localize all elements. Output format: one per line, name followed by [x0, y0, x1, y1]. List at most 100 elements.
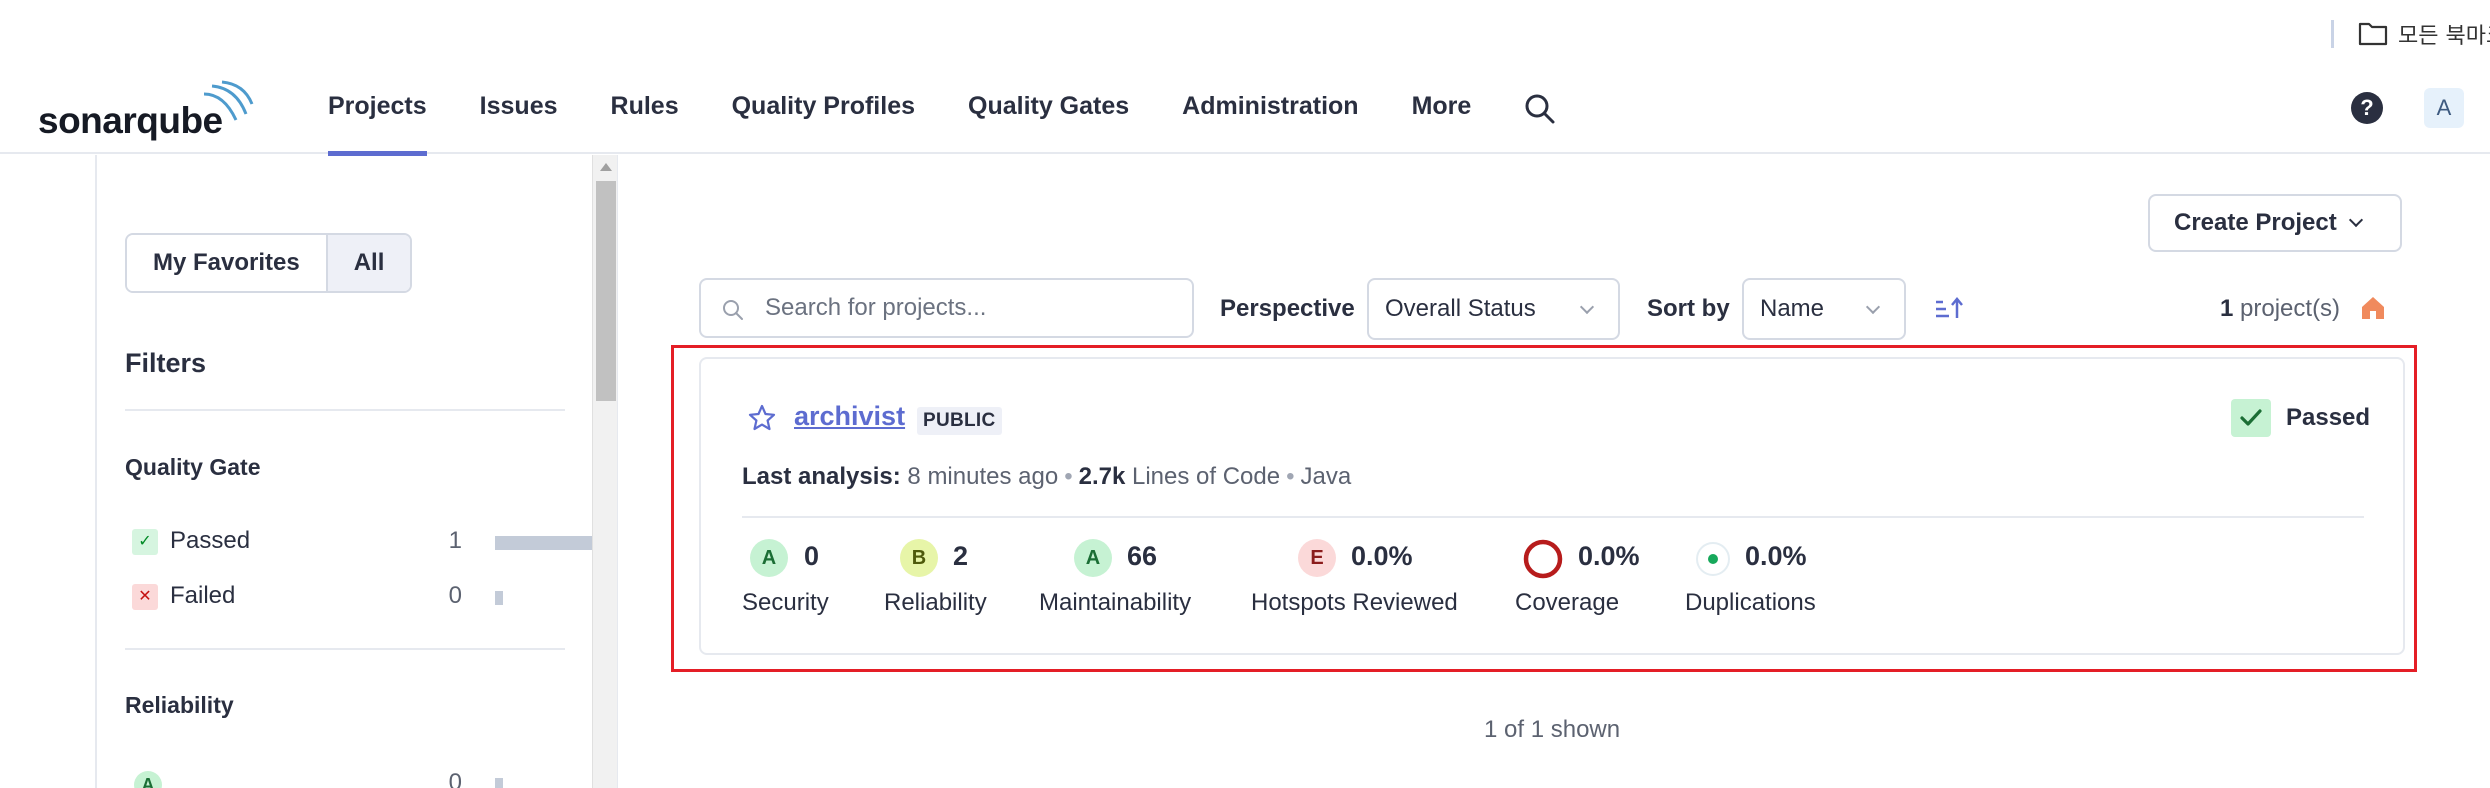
- metric-value: 0: [804, 541, 820, 571]
- facet-reliability-a[interactable]: A 0: [132, 767, 572, 788]
- search-input[interactable]: [765, 288, 1175, 328]
- project-card: archivist PUBLIC Passed Last analysis: 8…: [699, 357, 2405, 655]
- nav-more[interactable]: More: [1412, 66, 1472, 154]
- metric-security[interactable]: A 0 Security: [742, 537, 852, 637]
- card-divider: [742, 516, 2364, 518]
- metric-value: 0.0%: [1745, 541, 1807, 571]
- project-count-suffix: project(s): [2233, 295, 2341, 322]
- metric-value: 0.0%: [1578, 541, 1640, 571]
- duplications-bubble-icon: [1696, 542, 1730, 576]
- metric-maintainability[interactable]: A 66 Maintainability: [1039, 537, 1209, 637]
- sidebar-scrollbar[interactable]: [592, 155, 618, 788]
- loc-label: Lines of Code: [1131, 463, 1281, 490]
- quality-gate-check-icon: [2231, 399, 2271, 437]
- create-project-button[interactable]: Create Project: [2148, 194, 2402, 252]
- quality-gate-facet-title[interactable]: Quality Gate: [125, 454, 260, 481]
- divider: [125, 409, 565, 411]
- quality-gate-status: Passed: [2286, 404, 2371, 431]
- metric-label: Coverage: [1515, 589, 1620, 616]
- metric-hotspots-reviewed[interactable]: E 0.0% Hotspots Reviewed: [1251, 537, 1471, 637]
- create-project-label: Create Project: [2174, 209, 2337, 236]
- scroll-up-arrow-icon[interactable]: [600, 163, 612, 171]
- folder-icon[interactable]: [2358, 20, 2388, 46]
- help-icon[interactable]: ?: [2351, 92, 2383, 124]
- chevron-down-icon: [1865, 299, 1881, 315]
- perspective-select[interactable]: Overall Status: [1367, 278, 1620, 340]
- analysis-info: Last analysis: 8 minutes ago • 2.7k Lines …: [742, 463, 1351, 491]
- bookmark-separator: [2331, 20, 2334, 48]
- nav-issues[interactable]: Issues: [480, 66, 558, 154]
- rating-badge: A: [750, 539, 788, 577]
- facet-passed[interactable]: ✓ Passed 1: [132, 525, 595, 559]
- rating-badge: E: [1298, 539, 1336, 577]
- scroll-thumb[interactable]: [596, 181, 616, 401]
- shown-count: 1 of 1 shown: [1484, 716, 1621, 743]
- avatar[interactable]: A: [2424, 88, 2464, 128]
- facet-label: Passed: [170, 527, 251, 554]
- metric-duplications[interactable]: 0.0% Duplications: [1685, 537, 1835, 637]
- search-icon: [723, 300, 743, 320]
- last-analysis-label: Last analysis:: [742, 463, 901, 490]
- sort-select[interactable]: Name: [1742, 278, 1906, 340]
- metric-coverage[interactable]: 0.0% Coverage: [1515, 537, 1651, 637]
- nav-projects[interactable]: Projects: [328, 66, 427, 156]
- rating-a-icon: A: [134, 771, 162, 788]
- nav-administration[interactable]: Administration: [1182, 66, 1358, 154]
- star-icon[interactable]: [747, 403, 777, 433]
- filters-title: Filters: [125, 348, 207, 378]
- metric-label: Maintainability: [1039, 589, 1192, 616]
- all-button[interactable]: All: [325, 235, 411, 291]
- project-count-number: 1: [2220, 295, 2234, 322]
- metric-label: Reliability: [884, 589, 987, 616]
- separator-dot: •: [1286, 463, 1295, 490]
- perspective-label: Perspective: [1220, 295, 1355, 322]
- rating-badge: B: [900, 539, 938, 577]
- project-search: [699, 278, 1194, 338]
- facet-count: 1: [448, 527, 462, 554]
- reliability-facet-title[interactable]: Reliability: [125, 692, 234, 719]
- facet-count: 0: [448, 582, 462, 609]
- nav-quality-profiles[interactable]: Quality Profiles: [732, 66, 915, 154]
- separator-dot: •: [1064, 463, 1073, 490]
- facet-bar: [495, 536, 595, 550]
- sonarqube-logo[interactable]: sonarqube: [38, 76, 254, 146]
- chevron-down-icon: [1579, 299, 1595, 315]
- filters-sidebar: My Favorites All Filters Quality Gate ✓ …: [95, 155, 595, 788]
- favorites-toggle: My Favorites All: [125, 233, 413, 293]
- project-name-link[interactable]: archivist: [794, 401, 905, 432]
- perspective-value: Overall Status: [1385, 295, 1536, 322]
- facet-label: Failed: [170, 582, 236, 609]
- metric-reliability[interactable]: B 2 Reliability: [884, 537, 1004, 637]
- divider: [125, 648, 565, 650]
- sort-value: Name: [1760, 295, 1825, 322]
- facet-bar: [495, 778, 503, 788]
- my-favorites-button[interactable]: My Favorites: [127, 235, 326, 291]
- facet-count: 0: [448, 769, 462, 788]
- chevron-down-icon: [2348, 212, 2363, 228]
- metric-label: Hotspots Reviewed: [1251, 589, 1458, 616]
- facet-failed[interactable]: ✕ Failed 0: [132, 580, 572, 614]
- logo-waves-icon: [203, 80, 254, 121]
- metric-label: Duplications: [1685, 589, 1816, 616]
- metric-value: 2: [953, 541, 969, 571]
- project-count: 1 project(s): [2220, 295, 2340, 323]
- language: Java: [1300, 463, 1352, 490]
- metric-value: 0.0%: [1351, 541, 1413, 571]
- rating-badge: A: [1074, 539, 1112, 577]
- browser-bookmark-bar: 모든 북마크: [0, 0, 2490, 66]
- top-navigation: sonarqube Projects Issues Rules Quality …: [0, 66, 2490, 156]
- home-icon[interactable]: [2360, 295, 2386, 321]
- visibility-badge: PUBLIC: [917, 407, 1002, 435]
- check-icon: ✓: [132, 529, 158, 555]
- bookmark-folder-label[interactable]: 모든 북마크: [2398, 18, 2490, 50]
- loc-value: 2.7k: [1078, 463, 1126, 490]
- nav-rules[interactable]: Rules: [611, 66, 679, 154]
- cross-icon: ✕: [132, 584, 158, 610]
- main-nav: Projects Issues Rules Quality Profiles Q…: [328, 66, 1524, 156]
- facet-bar: [495, 591, 503, 605]
- search-icon[interactable]: [1523, 92, 1557, 126]
- sort-direction-icon[interactable]: [1934, 296, 1964, 322]
- logo-text: sonarqube: [38, 100, 223, 141]
- metric-value: 66: [1127, 541, 1158, 571]
- nav-quality-gates[interactable]: Quality Gates: [968, 66, 1129, 154]
